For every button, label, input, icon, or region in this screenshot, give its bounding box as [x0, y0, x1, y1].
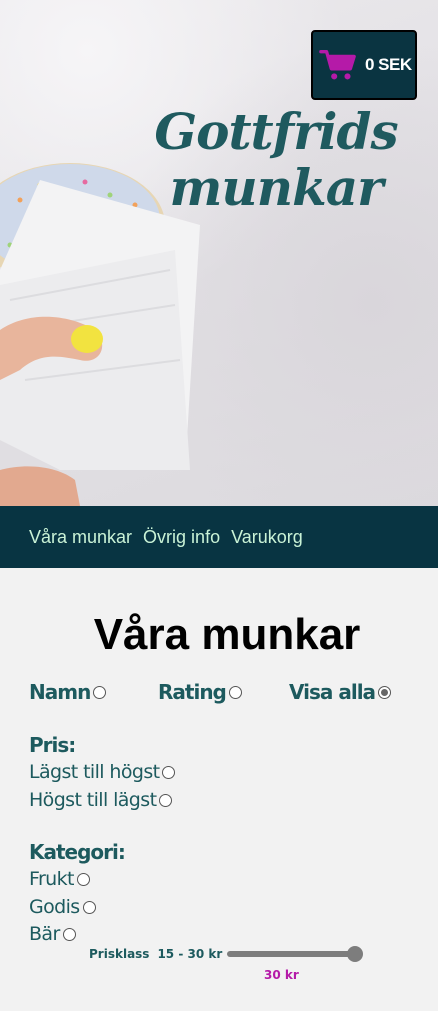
category-godis-label: Godis	[29, 896, 80, 918]
sort-name-radio[interactable]	[93, 685, 107, 699]
price-sort-title: Pris:	[29, 733, 76, 757]
show-all-label: Visa alla	[289, 680, 376, 704]
price-low-high-option[interactable]: Lägst till högst	[29, 761, 176, 783]
category-bar-label: Bär	[29, 923, 60, 945]
page-title: Våra munkar	[93, 610, 361, 659]
sort-rating-option[interactable]: Rating	[158, 680, 242, 704]
painted-nail	[71, 325, 103, 353]
price-slider-thumb[interactable]	[347, 946, 364, 962]
category-bar-radio[interactable]	[62, 927, 76, 941]
price-low-high-label: Lägst till högst	[29, 761, 160, 783]
price-slider-value: 30 kr	[264, 968, 299, 982]
category-godis-radio[interactable]	[82, 900, 96, 914]
sort-rating-label: Rating	[158, 680, 227, 704]
products-section: Våra munkar Namn Rating Visa alla Pris: …	[0, 568, 438, 1011]
sort-name-option[interactable]: Namn	[29, 680, 107, 704]
sort-name-label: Namn	[29, 680, 91, 704]
price-high-low-label: Högst till lägst	[29, 789, 157, 811]
nav-link-ovrig-info[interactable]: Övrig info	[143, 527, 220, 548]
category-bar-option[interactable]: Bär	[29, 923, 76, 945]
price-high-low-radio[interactable]	[159, 793, 173, 807]
cart-total: 0 SEK	[365, 55, 412, 74]
price-filter-label: Prisklass	[89, 947, 150, 961]
price-low-high-radio[interactable]	[162, 765, 176, 779]
cart-button[interactable]: 0 SEK	[311, 30, 417, 100]
category-frukt-option[interactable]: Frukt	[29, 868, 90, 890]
category-godis-option[interactable]: Godis	[29, 896, 96, 918]
main-nav: Våra munkar Övrig info Varukorg	[0, 506, 438, 568]
price-filter-range: 15 - 30 kr	[157, 947, 223, 961]
shopping-cart-icon	[319, 50, 356, 80]
sort-options: Namn Rating Visa alla	[0, 680, 438, 710]
category-title: Kategori:	[29, 840, 126, 864]
nav-link-varukorg[interactable]: Varukorg	[231, 527, 303, 548]
sort-rating-radio[interactable]	[228, 685, 242, 699]
price-slider[interactable]	[227, 946, 364, 962]
brand-title: Gottfrids munkar	[154, 102, 398, 217]
show-all-radio[interactable]	[378, 685, 392, 699]
category-frukt-label: Frukt	[29, 868, 74, 890]
nav-link-vara-munkar[interactable]: Våra munkar	[29, 527, 132, 548]
hero-banner: Gottfrids munkar 0 SEK	[0, 0, 438, 506]
show-all-option[interactable]: Visa alla	[289, 680, 392, 704]
price-slider-track[interactable]	[227, 951, 356, 957]
price-filter: Prisklass 15 - 30 kr	[89, 946, 364, 962]
price-high-low-option[interactable]: Högst till lägst	[29, 789, 173, 811]
category-frukt-radio[interactable]	[76, 872, 90, 886]
